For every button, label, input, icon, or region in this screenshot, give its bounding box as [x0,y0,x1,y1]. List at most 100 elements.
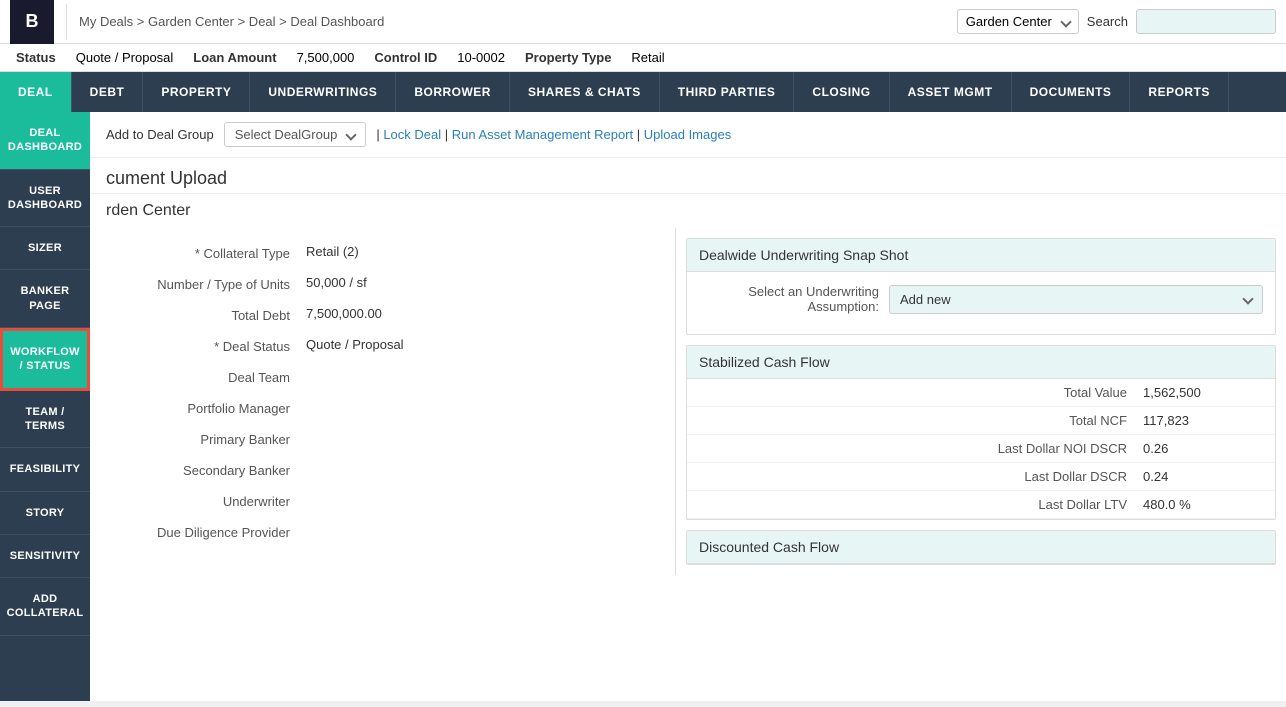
form-row-collateral: * Collateral Type Retail (2) [106,244,659,261]
lock-deal-link[interactable]: Lock Deal [383,127,441,142]
collateral-type-value: Retail (2) [306,244,359,259]
snapshot-header: Dealwide Underwriting Snap Shot [687,239,1275,272]
form-row-underwriter: Underwriter [106,492,659,509]
search-area: Garden Center Search [957,9,1276,34]
select-deal-group-dropdown[interactable]: Select DealGroup [224,122,367,147]
search-label: Search [1087,14,1128,29]
snapshot-section: Dealwide Underwriting Snap Shot Select a… [686,238,1276,335]
tab-asset-mgmt[interactable]: ASSET MGMT [890,72,1012,112]
two-col-layout: * Collateral Type Retail (2) Number / Ty… [90,228,1286,575]
sidebar-item-sensitivity[interactable]: SENSITIVITY [0,535,90,578]
deal-status-label: * Deal Status [106,337,306,354]
left-column: * Collateral Type Retail (2) Number / Ty… [90,228,676,575]
chevron-down-icon [346,129,357,140]
discounted-cf-section: Discounted Cash Flow [686,530,1276,565]
tab-deal[interactable]: DEAL [0,72,72,112]
control-value: 10-0002 [457,50,505,65]
primary-banker-label: Primary Banker [106,430,306,447]
chevron-down-icon [1060,16,1071,27]
sidebar-item-user-dashboard[interactable]: USERDASHBOARD [0,170,90,228]
search-input[interactable] [1136,9,1276,34]
due-diligence-label: Due Diligence Provider [106,523,306,540]
upload-images-link[interactable]: Upload Images [644,127,731,142]
last-dollar-ltv-row: Last Dollar LTV 480.0 % [687,491,1275,519]
last-dollar-noi-label: Last Dollar NOI DSCR [699,441,1143,456]
last-dollar-dscr-row: Last Dollar DSCR 0.24 [687,463,1275,491]
form-row-deal-team: Deal Team [106,368,659,385]
sidebar-item-deal-dashboard[interactable]: DEALDASHBOARD [0,112,90,170]
action-links: | Lock Deal | Run Asset Management Repor… [376,127,731,142]
sidebar-item-workflow-status[interactable]: WORKFLOW/ STATUS [0,328,90,391]
total-ncf-label: Total NCF [699,413,1143,428]
total-ncf-value: 117,823 [1143,413,1263,428]
tab-borrower[interactable]: BORROWER [396,72,510,112]
total-ncf-row: Total NCF 117,823 [687,407,1275,435]
form-row-units: Number / Type of Units 50,000 / sf [106,275,659,292]
add-new-label: Add new [900,292,951,307]
deal-team-label: Deal Team [106,368,306,385]
tab-shares-chats[interactable]: SHARES & CHATS [510,72,660,112]
tab-documents[interactable]: DOCUMENTS [1012,72,1131,112]
last-dollar-dscr-value: 0.24 [1143,469,1263,484]
right-column: Dealwide Underwriting Snap Shot Select a… [676,228,1286,575]
total-value-label: Total Value [699,385,1143,400]
loan-value: 7,500,000 [297,50,355,65]
discounted-cf-header: Discounted Cash Flow [687,531,1275,564]
form-row-primary-banker: Primary Banker [106,430,659,447]
content-area: Add to Deal Group Select DealGroup | Loc… [90,112,1286,701]
total-value-value: 1,562,500 [1143,385,1263,400]
separator3: | [637,127,644,142]
control-label: Control ID [374,50,437,65]
document-upload-title: cument Upload [90,158,1286,194]
last-dollar-dscr-label: Last Dollar DSCR [699,469,1143,484]
secondary-banker-label: Secondary Banker [106,461,306,478]
stabilized-cf-body: Total Value 1,562,500 Total NCF 117,823 … [687,379,1275,519]
garden-center-dropdown[interactable]: Garden Center [957,9,1079,34]
status-label: Status [16,50,56,65]
add-deal-group-label: Add to Deal Group [106,127,214,142]
sidebar-item-add-collateral[interactable]: ADDCOLLATERAL [0,578,90,636]
run-asset-mgmt-link[interactable]: Run Asset Management Report [452,127,633,142]
form-row-portfolio-mgr: Portfolio Manager [106,399,659,416]
separator2: | [445,127,452,142]
stabilized-cash-flow-section: Stabilized Cash Flow Total Value 1,562,5… [686,345,1276,520]
last-dollar-ltv-label: Last Dollar LTV [699,497,1143,512]
loan-label: Loan Amount [193,50,276,65]
total-debt-label: Total Debt [106,306,306,323]
tab-third-parties[interactable]: THIRD PARTIES [660,72,795,112]
total-value-row: Total Value 1,562,500 [687,379,1275,407]
snapshot-body: Select an UnderwritingAssumption: Add ne… [687,272,1275,334]
underwriter-label: Underwriter [106,492,306,509]
sidebar-item-banker-page[interactable]: BANKERPAGE [0,270,90,328]
main-layout: DEALDASHBOARD USERDASHBOARD SIZER BANKER… [0,112,1286,701]
form-row-due-diligence: Due Diligence Provider [106,523,659,540]
assumption-label: Select an UnderwritingAssumption: [699,284,879,314]
form-row-total-debt: Total Debt 7,500,000.00 [106,306,659,323]
top-bar: B My Deals > Garden Center > Deal > Deal… [0,0,1286,44]
last-dollar-noi-value: 0.26 [1143,441,1263,456]
add-new-dropdown[interactable]: Add new [889,285,1263,314]
stabilized-cf-header: Stabilized Cash Flow [687,346,1275,379]
form-row-deal-status: * Deal Status Quote / Proposal [106,337,659,354]
assumption-row: Select an UnderwritingAssumption: Add ne… [699,284,1263,314]
tab-debt[interactable]: DEBT [72,72,144,112]
sidebar: DEALDASHBOARD USERDASHBOARD SIZER BANKER… [0,112,90,701]
sidebar-item-feasibility[interactable]: FEASIBILITY [0,448,90,491]
property-value: Retail [631,50,664,65]
sidebar-item-story[interactable]: STORY [0,492,90,535]
total-debt-value: 7,500,000.00 [306,306,382,321]
property-label: Property Type [525,50,611,65]
last-dollar-ltv-value: 480.0 % [1143,497,1263,512]
tab-closing[interactable]: CLOSING [794,72,889,112]
last-dollar-noi-row: Last Dollar NOI DSCR 0.26 [687,435,1275,463]
tab-underwritings[interactable]: UNDERWRITINGS [250,72,396,112]
logo: B [10,0,54,44]
tab-property[interactable]: PROPERTY [143,72,250,112]
portfolio-manager-label: Portfolio Manager [106,399,306,416]
breadcrumb: My Deals > Garden Center > Deal > Deal D… [79,14,957,29]
garden-center-title: rden Center [90,194,1286,228]
sidebar-item-team-terms[interactable]: TEAM /TERMS [0,391,90,449]
tab-reports[interactable]: REPORTS [1130,72,1229,112]
form-row-secondary-banker: Secondary Banker [106,461,659,478]
sidebar-item-sizer[interactable]: SIZER [0,227,90,270]
